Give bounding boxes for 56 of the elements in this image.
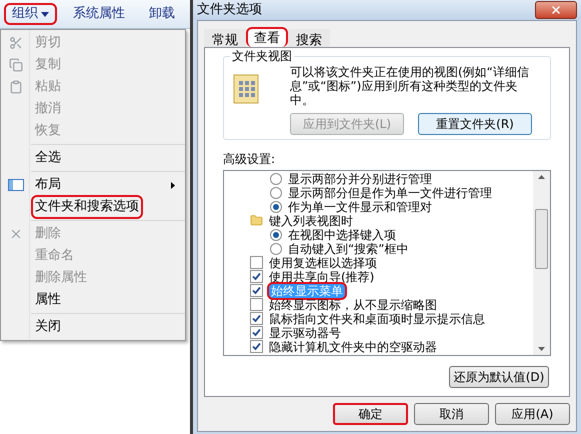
scroll-down-icon[interactable] (538, 346, 545, 350)
radio-button[interactable] (270, 186, 282, 198)
tab[interactable]: 常规 (204, 28, 246, 46)
radio-button[interactable] (270, 172, 282, 184)
clipboard-icon (9, 80, 23, 94)
layout-icon (8, 179, 24, 191)
checkbox[interactable] (250, 256, 263, 269)
dialog-button[interactable]: 取消 (414, 402, 489, 424)
scrollbar-thumb[interactable] (535, 208, 548, 268)
setting-label: 显示两部分但是作为单一文件进行管理 (287, 186, 493, 200)
tab[interactable]: 查看 (246, 26, 288, 46)
dialog-button[interactable]: 应用(A) (495, 402, 570, 424)
scissors-icon (9, 36, 23, 50)
copy-icon (9, 58, 23, 72)
tab[interactable]: 搜索 (288, 28, 330, 46)
checkbox[interactable] (250, 326, 263, 339)
toolbar-button[interactable]: 组织 (4, 3, 57, 25)
delete-icon (9, 227, 23, 241)
folder-view-button[interactable]: 重置文件夹(R) (418, 112, 532, 134)
menu-item[interactable]: 关闭 (31, 315, 65, 339)
close-button[interactable] (535, 0, 577, 19)
window-title: 文件夹选项 (197, 1, 262, 19)
scroll-up-icon[interactable] (538, 174, 545, 178)
radio-button[interactable] (270, 228, 282, 240)
checkbox[interactable] (250, 298, 263, 311)
setting-label: 键入列表视图时 (268, 214, 354, 228)
setting-label: 使用共享向导(推荐) (268, 270, 376, 284)
checkbox[interactable] (250, 270, 263, 283)
menu-item[interactable]: 属性 (31, 288, 65, 312)
setting-label: 鼠标指向文件夹和桌面项时显示提示信息 (268, 312, 486, 326)
radio-button[interactable] (270, 200, 282, 212)
menu-item[interactable]: 全选 (31, 146, 65, 170)
checkbox[interactable] (250, 284, 263, 297)
folder-icon (250, 214, 263, 227)
menu-item[interactable]: 布局 (31, 173, 65, 197)
setting-label: 作为单一文件显示和管理对 (287, 200, 433, 214)
setting-label: 始终显示菜单 (267, 282, 347, 300)
setting-label: 显示驱动器号 (268, 326, 342, 340)
setting-label: 自动键入到“搜索”框中 (287, 242, 410, 256)
checkbox[interactable] (250, 340, 263, 353)
advanced-settings-label: 高级设置: (223, 152, 276, 166)
toolbar-button[interactable]: 卸载 (141, 3, 183, 25)
setting-label: 始终显示图标，从不显示缩略图 (268, 298, 438, 312)
toolbar-button[interactable]: 系统属性 (65, 3, 133, 25)
restore-defaults-button[interactable]: 还原为默认值(D) (449, 366, 549, 388)
folder-views-description: 可以将该文件夹正在使用的视图(例如“详细信息”或“图标”)应用到所有这种类型的文件夹中。 (290, 64, 530, 106)
setting-label: 显示两部分并分别进行管理 (287, 172, 433, 186)
setting-label: 使用复选框以选择项 (268, 256, 378, 270)
checkbox[interactable] (250, 312, 263, 325)
group-title: 文件夹视图 (230, 48, 294, 62)
menu-item[interactable]: 文件夹和搜索选项 (31, 195, 143, 219)
setting-label: 隐藏计算机文件夹中的空驱动器 (268, 340, 438, 354)
dialog-button[interactable]: 确定 (333, 402, 408, 424)
setting-label: 在视图中选择键入项 (287, 228, 397, 242)
close-icon (550, 4, 562, 16)
radio-button[interactable] (270, 242, 282, 254)
